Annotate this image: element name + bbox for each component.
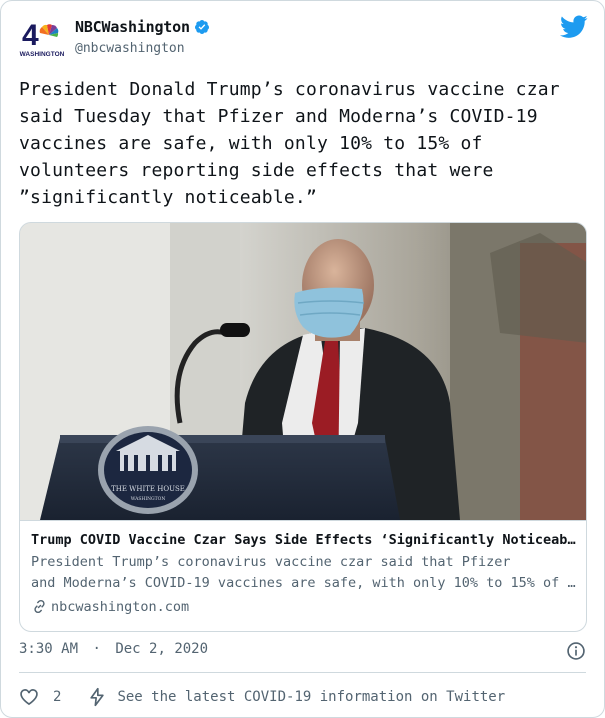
- like-button[interactable]: 2: [19, 687, 61, 707]
- logo-wordmark: WASHINGTON: [20, 51, 65, 58]
- link-preview-card[interactable]: THE WHITE HOUSE WASHINGTON Trump COVID V…: [19, 222, 587, 632]
- display-name[interactable]: NBCWashington: [75, 18, 210, 36]
- podium-seal-text: THE WHITE HOUSE: [111, 485, 185, 493]
- timestamp-separator: ·: [92, 641, 101, 657]
- article-photo[interactable]: THE WHITE HOUSE WASHINGTON: [20, 223, 587, 520]
- tweet-time: 3:30 AM: [19, 641, 79, 657]
- card-divider: [20, 520, 586, 521]
- nbc-logo[interactable]: 4 WASHINGTON: [19, 17, 65, 59]
- card-description: President Trump’s coronavirus vaccine cz…: [31, 552, 577, 594]
- tweet-actions: 2 See the latest COVID-19 information on…: [19, 684, 505, 710]
- tweet-text: President Donald Trump’s coronavirus vac…: [19, 79, 560, 208]
- card-meta: Trump COVID Vaccine Czar Says Side Effec…: [31, 530, 577, 615]
- svg-text:4: 4: [22, 19, 39, 52]
- verified-badge-icon: [194, 20, 209, 34]
- tweet-header: 4 WASHINGTON NBCWashington @nbcwashingto…: [19, 15, 590, 63]
- podium-seal-subtext: WASHINGTON: [131, 496, 166, 502]
- tweet-card: 4 WASHINGTON NBCWashington @nbcwashingto…: [0, 0, 605, 718]
- account-handle[interactable]: @nbcwashington: [75, 41, 210, 56]
- info-icon[interactable]: [566, 641, 586, 661]
- display-name-text[interactable]: NBCWashington: [75, 18, 190, 36]
- account-names: NBCWashington @nbcwashington: [75, 17, 210, 56]
- twitter-bird-icon[interactable]: [560, 15, 588, 39]
- tweet-timestamp[interactable]: 3:30 AM · Dec 2, 2020: [19, 641, 208, 657]
- actions-divider: [19, 672, 586, 673]
- card-title[interactable]: Trump COVID Vaccine Czar Says Side Effec…: [31, 530, 577, 550]
- link-icon: [34, 599, 45, 614]
- heart-icon: [20, 689, 38, 706]
- like-count: 2: [53, 689, 62, 705]
- card-description-line: and Moderna’s COVID-19 vaccines are safe…: [31, 575, 577, 591]
- card-domain[interactable]: nbcwashington.com: [31, 598, 577, 615]
- covid-info-link[interactable]: See the latest COVID-19 information on T…: [87, 687, 505, 707]
- card-description-line: President Trump’s coronavirus vaccine cz…: [31, 554, 511, 570]
- card-domain-text: nbcwashington.com: [51, 598, 190, 615]
- tweet-date: Dec 2, 2020: [115, 641, 209, 657]
- covid-info-label: See the latest COVID-19 information on T…: [117, 689, 506, 705]
- lightning-icon: [90, 687, 105, 707]
